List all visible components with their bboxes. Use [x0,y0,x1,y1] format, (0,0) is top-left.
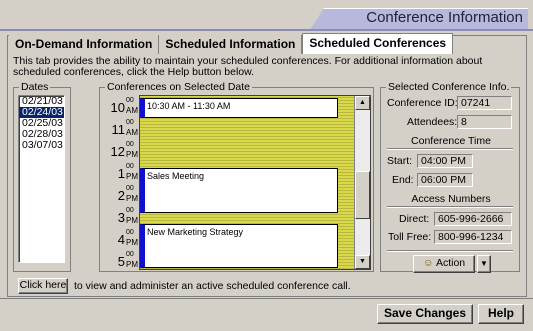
tab-scheduled-information[interactable]: Scheduled Information [159,35,303,54]
time-minutes: 00 [126,163,134,170]
time-slot: 2 00 PM [103,184,139,206]
end-time-field: 06:00 PM [417,173,473,187]
time-slot: 10 00 AM [103,96,139,118]
conference-id-field: 07241 [457,96,512,110]
direct-number-field: 605-996-2666 [434,212,512,226]
dates-group: Dates 02/21/03 02/24/03 02/25/03 02/28/0… [13,81,71,272]
direct-label: Direct: [399,213,430,225]
time-ampm: PM [126,194,138,203]
tab-on-demand-information[interactable]: On-Demand Information [9,35,160,54]
time-hour: 5 [117,254,125,269]
access-numbers-title: Access Numbers [411,193,491,205]
time-ampm: AM [126,106,138,115]
time-slot: 4 00 PM [103,228,139,250]
schedule-grid[interactable]: 10:30 AM - 11:30 AM Sales Meeting New Ma… [139,95,371,270]
schedule-group: Conferences on Selected Date 10 00 AM 11… [99,81,374,272]
end-label: End: [392,174,414,186]
conference-event[interactable]: 10:30 AM - 11:30 AM [140,98,338,118]
help-button[interactable]: Help [478,304,524,324]
conference-info-label: Selected Conference Info. [386,81,512,93]
schedule-scrollbar[interactable]: ▲ ▼ [354,96,370,269]
time-ampm: PM [126,150,138,159]
conference-info-group: Selected Conference Info. Conference ID:… [380,81,520,273]
conference-time-title: Conference Time [411,135,491,147]
time-ampm: PM [126,216,138,225]
attendees-field: 8 [457,115,512,129]
time-minutes: 00 [126,251,134,258]
conference-event[interactable]: Sales Meeting [140,168,338,213]
time-slot: 3 00 PM [103,206,139,228]
date-item[interactable]: 03/07/03 [19,140,64,151]
schedule-group-label: Conferences on Selected Date [105,81,253,93]
action-label: Action [435,257,466,269]
time-hour: 12 [110,144,125,159]
action-button[interactable]: ☺ Action [413,255,475,273]
time-ampm: PM [126,238,138,247]
time-slot: 11 00 AM [103,118,139,140]
time-minutes: 00 [126,119,134,126]
click-here-button[interactable]: Click here [18,278,68,294]
time-minutes: 00 [126,141,134,148]
save-changes-button[interactable]: Save Changes [377,304,473,324]
toll-free-label: Toll Free: [388,231,432,243]
time-hour: 1 [117,166,125,181]
tab-description: This tab provides the ability to maintai… [13,55,483,78]
scroll-up-icon[interactable]: ▲ [355,96,370,110]
time-ampm: PM [126,172,138,181]
header-divider [0,29,533,31]
start-label: Start: [387,155,413,167]
time-slot: 1 00 PM [103,162,139,184]
time-hour: 2 [117,188,125,203]
divider [387,250,513,252]
time-slot: 12 00 PM [103,140,139,162]
dates-list[interactable]: 02/21/03 02/24/03 02/25/03 02/28/03 03/0… [18,95,65,263]
tab-scheduled-conferences[interactable]: Scheduled Conferences [302,33,454,54]
attendees-label: Attendees: [407,116,458,128]
scroll-down-icon[interactable]: ▼ [355,255,370,269]
time-minutes: 00 [126,229,134,236]
conference-id-label: Conference ID: [387,97,458,109]
start-time-field: 04:00 PM [417,154,473,168]
dates-group-label: Dates [19,81,51,93]
time-hour: 3 [117,210,125,225]
time-ampm: PM [126,260,138,269]
scroll-thumb[interactable] [355,171,370,219]
conference-event[interactable]: New Marketing Strategy [140,224,338,268]
time-hour: 10 [110,100,125,115]
page-title: Conference Information [366,9,523,26]
time-minutes: 00 [126,207,134,214]
action-dropdown-chevron-icon[interactable]: ▼ [477,255,491,273]
tab-bar: On-Demand Information Scheduled Informat… [9,33,454,55]
time-minutes: 00 [126,185,134,192]
time-minutes: 00 [126,97,134,104]
time-slot: 5 00 PM [103,250,139,272]
time-hour: 4 [117,232,125,247]
divider [387,148,513,150]
click-here-description: to view and administer an active schedul… [74,280,351,292]
users-icon: ☺ [422,257,434,269]
toll-free-number-field: 800-996-1234 [434,230,512,244]
time-hour: 11 [111,122,126,137]
divider [387,206,513,208]
time-ampm: AM [126,128,138,137]
